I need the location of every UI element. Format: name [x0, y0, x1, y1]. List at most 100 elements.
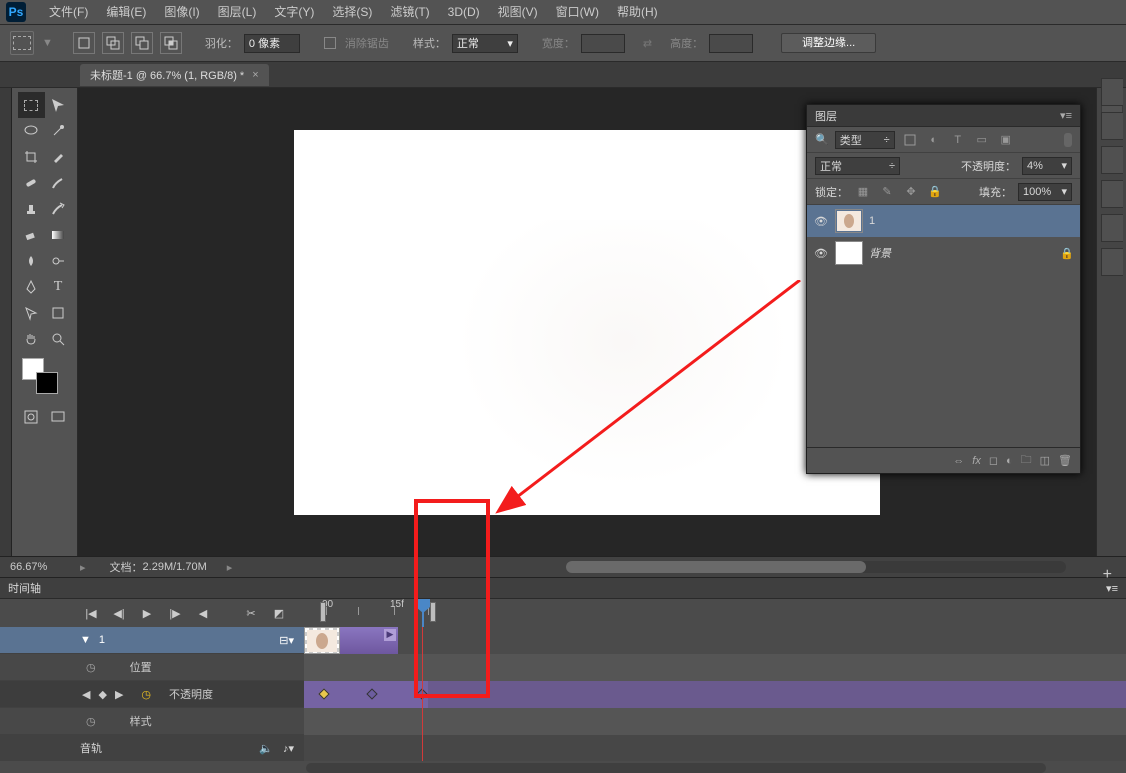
quickmask-icon[interactable] — [18, 404, 45, 430]
adjustment-icon[interactable]: ◐ — [1006, 455, 1013, 467]
lock-pixel-icon[interactable]: ✎ — [878, 183, 896, 201]
fx-icon[interactable]: fx — [972, 455, 981, 467]
lasso-tool[interactable] — [18, 118, 45, 144]
group-icon[interactable]: 🗀 — [1021, 451, 1032, 470]
play-button[interactable]: ▶ — [136, 602, 158, 624]
color-swatches[interactable] — [12, 358, 77, 398]
blend-mode-select[interactable]: 正常÷ — [815, 157, 900, 175]
panel-tab-icon[interactable] — [1101, 248, 1123, 276]
audio-menu-icon[interactable]: ♪▾ — [283, 742, 294, 755]
lock-trans-icon[interactable]: ▦ — [854, 183, 872, 201]
layer-thumbnail[interactable] — [835, 241, 863, 265]
timeline-h-scroll[interactable] — [306, 763, 1046, 773]
panel-menu-icon[interactable]: ▾≡ — [1060, 109, 1072, 122]
stamp-tool[interactable] — [18, 196, 45, 222]
feather-input[interactable]: 0 像素 — [244, 34, 300, 53]
selection-add-icon[interactable] — [102, 32, 124, 54]
filter-pixel-icon[interactable] — [901, 131, 919, 149]
selection-new-icon[interactable] — [73, 32, 95, 54]
hand-tool[interactable] — [18, 326, 45, 352]
document-canvas[interactable] — [294, 130, 880, 515]
filter-smart-icon[interactable]: ▣ — [997, 131, 1015, 149]
stopwatch-icon[interactable]: ◷ — [141, 688, 151, 701]
next-key-icon[interactable]: ▶ — [115, 688, 123, 701]
move-tool[interactable] — [45, 92, 72, 118]
fill-input[interactable]: 100%▾ — [1018, 183, 1072, 201]
menu-window[interactable]: 窗口(W) — [547, 0, 608, 25]
layer-name[interactable]: 1 — [869, 215, 875, 227]
style-select[interactable]: 正常▾ — [452, 34, 518, 53]
lock-all-icon[interactable]: 🔒 — [926, 183, 944, 201]
filter-type-icon[interactable]: T — [949, 131, 967, 149]
blur-tool[interactable] — [18, 248, 45, 274]
selection-int-icon[interactable] — [160, 32, 182, 54]
zoom-tool[interactable] — [45, 326, 72, 352]
lock-pos-icon[interactable]: ✥ — [902, 183, 920, 201]
close-icon[interactable]: × — [252, 69, 258, 81]
visibility-icon[interactable]: 👁 — [813, 247, 829, 260]
prop-position[interactable]: ◷ 位置 — [0, 654, 304, 681]
timeline-ruler[interactable]: 00 15f — [304, 599, 1126, 627]
split-icon[interactable]: ✂ — [240, 602, 262, 624]
add-media-button[interactable]: + — [1103, 566, 1112, 584]
pen-tool[interactable] — [18, 274, 45, 300]
panel-tab-icon[interactable] — [1101, 78, 1123, 106]
layer-name[interactable]: 背景 — [869, 245, 891, 261]
shape-tool[interactable] — [45, 300, 72, 326]
layer-row[interactable]: 👁 背景 🔒 — [807, 237, 1080, 269]
last-frame-button[interactable]: ◀ — [192, 602, 214, 624]
refine-edge-button[interactable]: 调整边缘... — [781, 33, 876, 53]
document-tab[interactable]: 未标题-1 @ 66.7% (1, RGB/8) *× — [80, 64, 269, 86]
brush-tool[interactable] — [45, 170, 72, 196]
gradient-tool[interactable] — [45, 222, 72, 248]
stopwatch-icon[interactable]: ◷ — [86, 715, 96, 728]
eraser-tool[interactable] — [18, 222, 45, 248]
prev-key-icon[interactable]: ◀ — [82, 688, 90, 701]
delete-icon[interactable]: 🗑 — [1058, 454, 1072, 467]
eyedropper-tool[interactable] — [45, 144, 72, 170]
crop-tool[interactable] — [18, 144, 45, 170]
history-brush-tool[interactable] — [45, 196, 72, 222]
stopwatch-icon[interactable]: ◷ — [86, 661, 96, 674]
timeline-title[interactable]: 时间轴 — [8, 580, 41, 596]
track-menu-icon[interactable]: ⊟▾ — [279, 634, 294, 647]
layer-thumbnail[interactable] — [835, 209, 863, 233]
new-layer-icon[interactable]: ◫ — [1040, 454, 1050, 467]
opacity-input[interactable]: 4%▾ — [1022, 157, 1072, 175]
filter-shape-icon[interactable]: ▭ — [973, 131, 991, 149]
background-swatch[interactable] — [36, 372, 58, 394]
menu-edit[interactable]: 编辑(E) — [97, 0, 155, 25]
menu-image[interactable]: 图像(I) — [155, 0, 208, 25]
panel-tab-icon[interactable] — [1101, 146, 1123, 174]
menu-view[interactable]: 视图(V) — [489, 0, 547, 25]
h-scrollbar[interactable] — [566, 561, 1066, 573]
first-frame-button[interactable]: |◀ — [80, 602, 102, 624]
screenmode-icon[interactable] — [45, 404, 72, 430]
panel-tab-icon[interactable] — [1101, 112, 1123, 140]
type-tool[interactable]: T — [45, 274, 72, 300]
marquee-tool[interactable] — [18, 92, 45, 118]
prev-frame-button[interactable]: ◀| — [108, 602, 130, 624]
filter-adjust-icon[interactable]: ◐ — [925, 131, 943, 149]
prop-style[interactable]: ◷ 样式 — [0, 708, 304, 735]
expand-icon[interactable]: ▸ — [80, 561, 86, 574]
antialias-checkbox[interactable] — [324, 37, 336, 49]
keyframe[interactable] — [318, 688, 329, 699]
track-header[interactable]: ▼1 ⊟▾ — [0, 627, 304, 654]
panel-tab-icon[interactable] — [1101, 180, 1123, 208]
dodge-tool[interactable] — [45, 248, 72, 274]
menu-filter[interactable]: 滤镜(T) — [381, 0, 438, 25]
link-layers-icon[interactable]: ⇔ — [953, 455, 964, 467]
menu-select[interactable]: 选择(S) — [323, 0, 381, 25]
keyframe[interactable] — [366, 688, 377, 699]
layers-panel-title[interactable]: 图层 — [815, 108, 837, 124]
work-end-handle[interactable] — [430, 602, 436, 622]
prop-opacity[interactable]: ◀ ◆ ▶ ◷ 不透明度 — [0, 681, 304, 708]
menu-type[interactable]: 文字(Y) — [265, 0, 323, 25]
work-start-handle[interactable] — [320, 602, 326, 622]
selection-sub-icon[interactable] — [131, 32, 153, 54]
visibility-icon[interactable]: 👁 — [813, 215, 829, 228]
heal-tool[interactable] — [18, 170, 45, 196]
audio-track[interactable]: 音轨 🔈 ♪▾ — [0, 735, 304, 761]
next-frame-button[interactable]: |▶ — [164, 602, 186, 624]
